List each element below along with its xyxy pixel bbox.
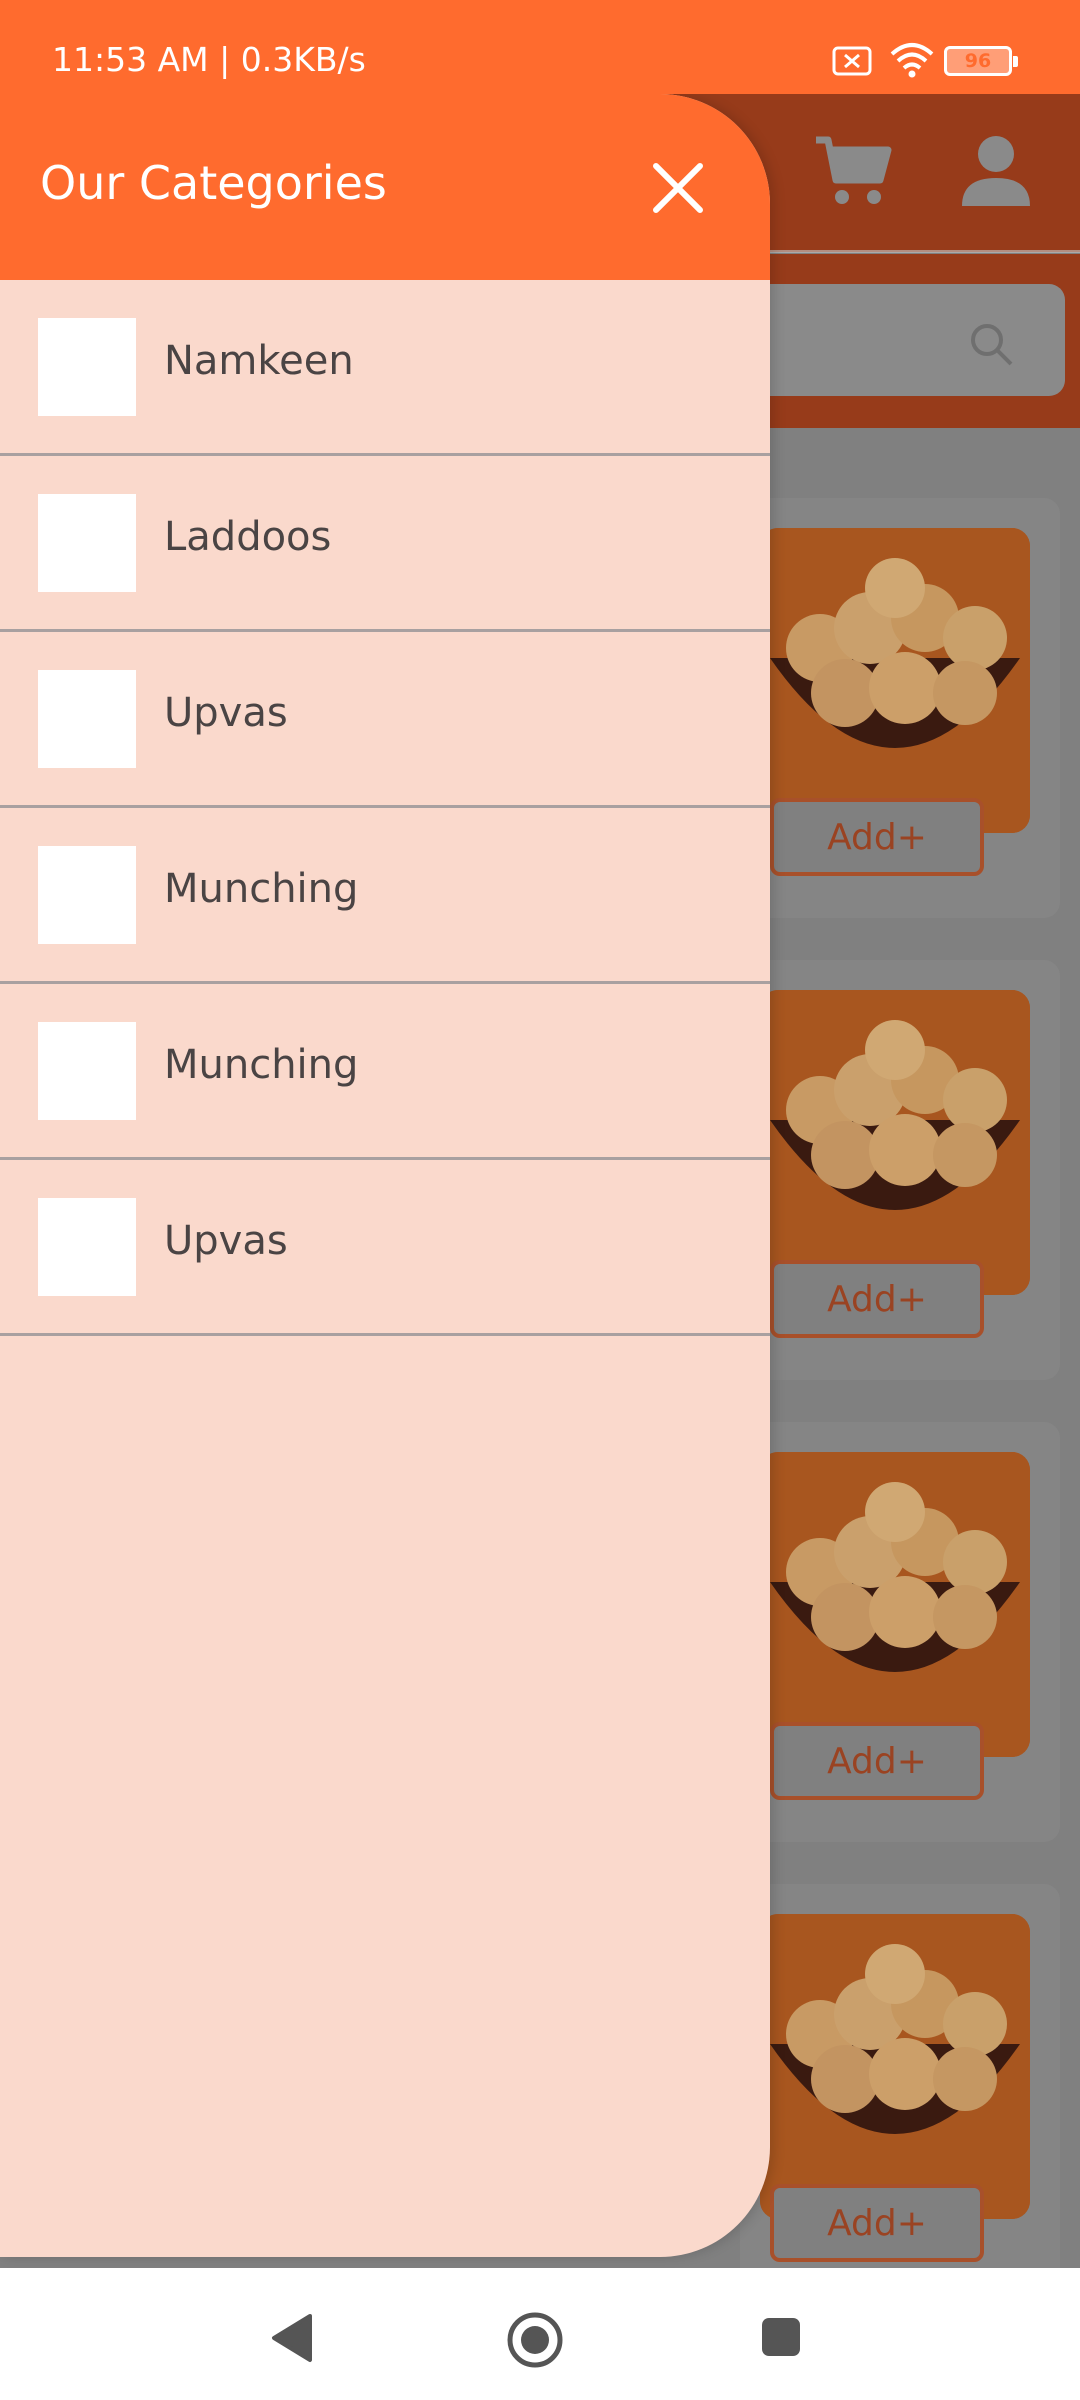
product-image <box>760 1914 1030 2219</box>
cart-icon <box>816 136 892 204</box>
drawer-title: Our Categories <box>40 156 387 210</box>
product-card: Add+ <box>740 498 1060 918</box>
add-to-cart-button: Add+ <box>770 2184 984 2262</box>
status-time: 11:53 AM | 0.3KB/s <box>52 40 366 79</box>
category-label: Munching <box>164 866 359 912</box>
close-icon[interactable] <box>640 150 716 226</box>
category-thumbnail <box>38 494 136 592</box>
category-thumbnail <box>38 318 136 416</box>
product-card: Add+ <box>740 1884 1060 2304</box>
profile-icon <box>962 136 1030 206</box>
battery-level: 96 <box>964 50 992 72</box>
category-label: Munching <box>164 1042 359 1088</box>
category-item-namkeen[interactable]: Namkeen <box>0 280 770 456</box>
category-item-munching[interactable]: Munching <box>0 808 770 984</box>
category-thumbnail <box>38 1198 136 1296</box>
product-image <box>760 528 1030 833</box>
category-item-munching-2[interactable]: Munching <box>0 984 770 1160</box>
system-nav-bar <box>0 2268 1080 2400</box>
product-card: Add+ <box>740 960 1060 1380</box>
category-thumbnail <box>38 670 136 768</box>
add-to-cart-button: Add+ <box>770 1722 984 1800</box>
category-item-upvas-2[interactable]: Upvas <box>0 1160 770 1336</box>
home-icon[interactable] <box>505 2310 565 2370</box>
category-label: Upvas <box>164 690 288 736</box>
wifi-icon <box>890 43 934 78</box>
back-icon[interactable] <box>268 2312 314 2364</box>
battery-icon: 96 <box>944 46 1018 76</box>
category-thumbnail <box>38 1022 136 1120</box>
sim-disabled-icon <box>832 46 872 76</box>
category-label: Laddoos <box>164 514 332 560</box>
category-item-upvas[interactable]: Upvas <box>0 632 770 808</box>
category-item-laddoos[interactable]: Laddoos <box>0 456 770 632</box>
product-image <box>760 1452 1030 1757</box>
drawer-header: Our Categories <box>0 94 770 280</box>
categories-drawer: Our Categories Namkeen Laddoos Upvas Mun… <box>0 94 770 2257</box>
search-icon <box>971 324 1013 366</box>
product-image <box>760 990 1030 1295</box>
status-bar: 11:53 AM | 0.3KB/s 96 <box>0 0 1080 94</box>
recents-icon[interactable] <box>760 2316 802 2358</box>
search-input <box>740 284 1065 396</box>
category-label: Upvas <box>164 1218 288 1264</box>
product-card: Add+ <box>740 1422 1060 1842</box>
category-thumbnail <box>38 846 136 944</box>
category-label: Namkeen <box>164 338 354 384</box>
add-to-cart-button: Add+ <box>770 1260 984 1338</box>
add-to-cart-button: Add+ <box>770 798 984 876</box>
